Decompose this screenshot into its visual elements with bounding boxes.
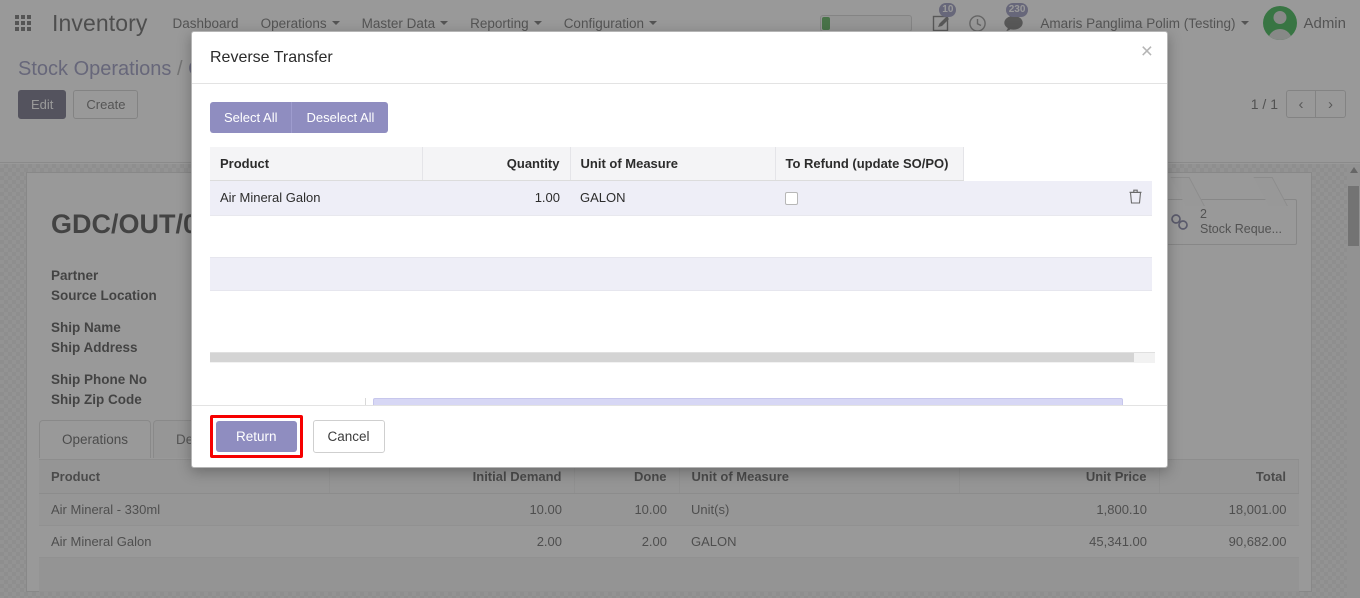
- close-icon[interactable]: ×: [1141, 41, 1153, 62]
- to-refund-checkbox[interactable]: [785, 192, 798, 206]
- hscroll-thumb: [210, 353, 1134, 362]
- table-horizontal-scrollbar[interactable]: [210, 352, 1155, 363]
- cell-quantity[interactable]: 1.00: [422, 180, 570, 216]
- reverse-transfer-dialog: Reverse Transfer × Select All Deselect A…: [191, 31, 1168, 468]
- col-quantity: Quantity: [422, 147, 571, 181]
- return-location-field: Return Location AMP/Gudang Central: [210, 398, 1123, 405]
- col-product: Product: [210, 147, 423, 181]
- col-unit-of-measure: Unit of Measure: [570, 147, 776, 181]
- return-lines-table: Product Quantity Unit of Measure To Refu…: [210, 147, 1152, 249]
- dialog-cancel-button[interactable]: Cancel: [312, 420, 385, 453]
- dialog-body: Select All Deselect All Product Quantity…: [192, 84, 1167, 405]
- cell-product[interactable]: Air Mineral Galon: [210, 180, 422, 216]
- deselect-all-button[interactable]: Deselect All: [291, 102, 389, 133]
- table-header-row: Product Quantity Unit of Measure To Refu…: [210, 147, 1152, 181]
- selection-buttons: Select All Deselect All: [210, 102, 1149, 133]
- dialog-return-button[interactable]: Return: [216, 421, 297, 452]
- dialog-footer: Return Cancel: [192, 405, 1167, 467]
- dialog-header: Reverse Transfer ×: [192, 32, 1167, 84]
- return-location-select[interactable]: AMP/Gudang Central: [373, 398, 1123, 405]
- cell-to-refund[interactable]: [775, 180, 964, 216]
- blank-line-row: [210, 257, 1152, 291]
- return-location-select-wrapper: AMP/Gudang Central: [365, 398, 1123, 405]
- return-button-highlight: Return: [210, 415, 303, 458]
- trash-icon: [1129, 189, 1142, 204]
- col-to-refund: To Refund (update SO/PO): [775, 147, 964, 181]
- select-all-button[interactable]: Select All: [210, 102, 292, 133]
- cell-uom[interactable]: GALON: [570, 180, 775, 216]
- dialog-title: Reverse Transfer: [210, 48, 333, 66]
- table-row[interactable]: Air Mineral Galon 1.00 GALON: [210, 180, 1152, 216]
- blank-row: [210, 215, 1152, 249]
- app-root: Inventory Dashboard Operations Master Da…: [0, 0, 1360, 598]
- cell-delete[interactable]: [963, 180, 1152, 216]
